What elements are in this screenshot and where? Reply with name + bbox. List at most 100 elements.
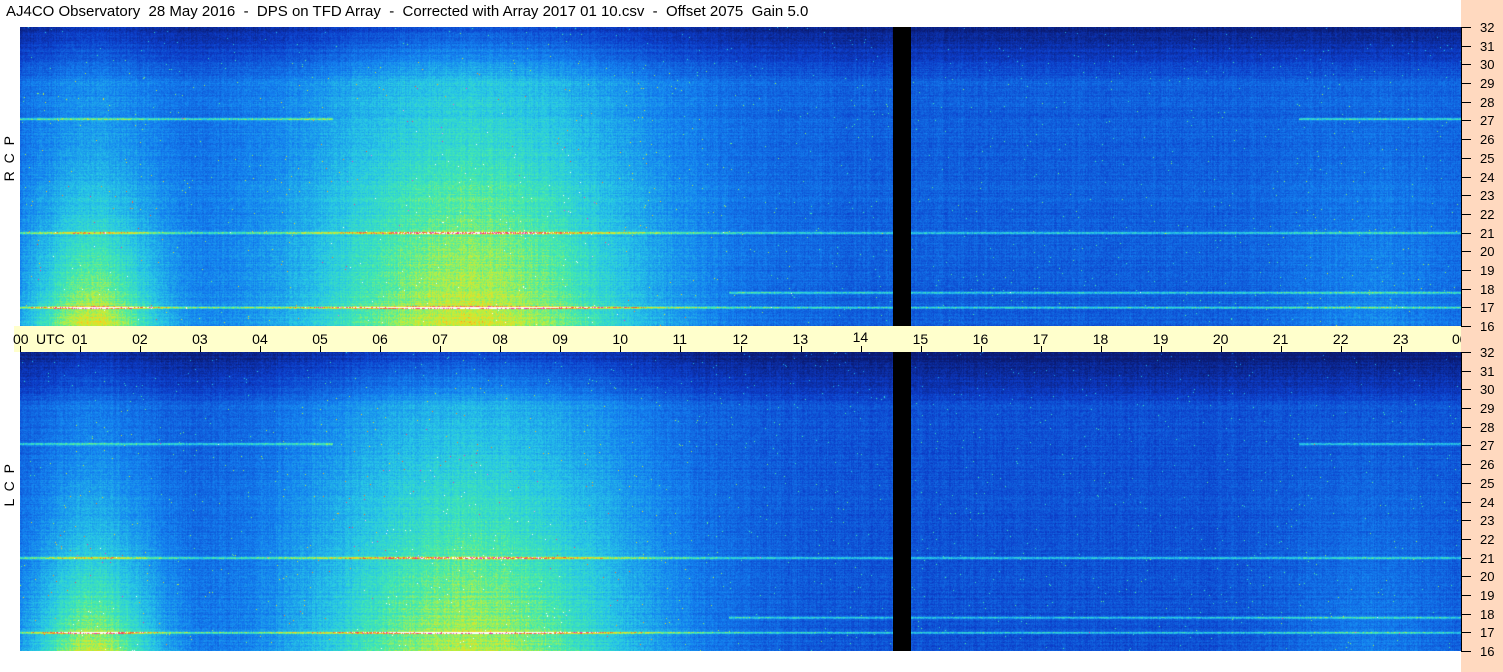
time-tick-label: 21	[1272, 331, 1289, 347]
frequency-tick-mark	[1461, 64, 1471, 66]
time-tick-label: 20	[1212, 331, 1229, 347]
frequency-tick-mark	[1461, 195, 1471, 197]
frequency-tick-label: 30	[1480, 382, 1495, 398]
frequency-tick-mark	[1461, 213, 1471, 215]
frequency-tick-mark	[1461, 613, 1471, 615]
frequency-tick-label: 26	[1480, 132, 1495, 148]
time-tick-label: 13	[792, 331, 809, 347]
time-tick-label: 03	[192, 331, 208, 347]
time-tick-label: 11	[672, 331, 687, 347]
data-gap	[893, 352, 911, 651]
frequency-tick-mark	[1461, 464, 1471, 466]
time-tick-label: 09	[552, 331, 568, 347]
frequency-tick-label: 31	[1480, 38, 1495, 54]
polarization-label-rcp: R C P	[1, 134, 17, 182]
frequency-tick-mark	[1461, 251, 1471, 253]
time-tick-label: 23	[1392, 331, 1409, 347]
frequency-tick-label: 17	[1480, 300, 1495, 316]
frequency-tick-mark	[1461, 482, 1471, 484]
frequency-tick-label: 23	[1480, 188, 1495, 204]
time-tick-label: 07	[432, 331, 448, 347]
frequency-tick-label: 16	[1480, 319, 1495, 334]
frequency-tick-mark	[1461, 632, 1471, 634]
frequency-tick-label: 22	[1480, 206, 1495, 222]
frequency-tick-mark	[1461, 501, 1471, 503]
time-tick-label: 22	[1332, 331, 1349, 347]
frequency-tick-label: 22	[1480, 531, 1495, 547]
frequency-tick-mark	[1461, 269, 1471, 271]
time-tick-label: 19	[1152, 331, 1169, 347]
frequency-tick-mark	[1461, 557, 1471, 559]
frequency-tick-label: 20	[1480, 244, 1495, 260]
time-tick-label: 14	[852, 329, 869, 345]
time-tick-label: 02	[132, 331, 148, 347]
frequency-tick-label: 32	[1480, 345, 1495, 360]
frequency-tick-label: 32	[1480, 20, 1495, 35]
frequency-tick-mark	[1461, 370, 1471, 372]
frequency-tick-label: 21	[1480, 550, 1495, 566]
frequency-tick-mark	[1461, 101, 1471, 103]
frequency-tick-label: 31	[1480, 363, 1495, 379]
time-tick-label: 12	[732, 331, 749, 347]
frequency-tick-label: 27	[1480, 438, 1495, 454]
frequency-tick-label: 28	[1480, 419, 1495, 435]
frequency-tick-mark	[1461, 520, 1471, 522]
time-tick-label: 01	[72, 331, 88, 347]
time-tick-label: 15	[912, 331, 929, 347]
time-tick-label: 06	[372, 331, 388, 347]
spectrogram-lcp-canvas	[20, 352, 1461, 651]
frequency-tick-label: 18	[1480, 606, 1495, 622]
frequency-tick-label: 29	[1480, 76, 1495, 92]
frequency-tick-label: 19	[1480, 587, 1495, 603]
frequency-tick-label: 29	[1480, 401, 1495, 417]
frequency-tick-mark	[1461, 307, 1471, 309]
frequency-tick-mark	[1461, 538, 1471, 540]
frequency-tick-label: 17	[1480, 625, 1495, 641]
frequency-tick-label: 24	[1480, 494, 1495, 510]
frequency-tick-label: 16	[1480, 644, 1495, 659]
frequency-tick-mark	[1461, 576, 1471, 578]
chart-title: AJ4CO Observatory 28 May 2016 - DPS on T…	[6, 3, 809, 20]
frequency-tick-mark	[1461, 445, 1471, 447]
frequency-tick-mark	[1461, 651, 1471, 652]
frequency-tick-mark	[1461, 389, 1471, 391]
time-tick-label: 05	[312, 331, 328, 347]
frequency-tick-label: 25	[1480, 150, 1495, 166]
time-tick-label: 17	[1032, 331, 1049, 347]
spectrogram-rcp-canvas	[20, 27, 1461, 326]
frequency-tick-label: 19	[1480, 262, 1495, 278]
time-tick-label: 00	[13, 331, 29, 347]
frequency-tick-label: 24	[1480, 169, 1495, 185]
frequency-tick-mark	[1461, 157, 1471, 159]
frequency-tick-label: 20	[1480, 569, 1495, 585]
time-tick-label: 18	[1092, 331, 1109, 347]
time-tick-label: 08	[492, 331, 508, 347]
frequency-tick-mark	[1461, 326, 1471, 327]
frequency-tick-mark	[1461, 120, 1471, 122]
frequency-tick-mark	[1461, 426, 1471, 428]
frequency-tick-mark	[1461, 352, 1471, 353]
frequency-tick-mark	[1461, 83, 1471, 85]
frequency-tick-mark	[1461, 45, 1471, 47]
frequency-tick-label: 23	[1480, 513, 1495, 529]
polarization-label-lcp: L C P	[1, 462, 17, 507]
frequency-tick-mark	[1461, 288, 1471, 290]
time-tick-label: 10	[612, 331, 628, 347]
spectrogram-lcp	[20, 352, 1461, 651]
utc-label: UTC	[36, 331, 65, 347]
frequency-tick-mark	[1461, 594, 1471, 596]
time-tick-label: 16	[972, 331, 989, 347]
frequency-tick-label: 28	[1480, 94, 1495, 110]
frequency-tick-label: 26	[1480, 457, 1495, 473]
frequency-tick-mark	[1461, 139, 1471, 141]
frequency-tick-label: 27	[1480, 113, 1495, 129]
frequency-tick-label: 21	[1480, 225, 1495, 241]
frequency-tick-label: 30	[1480, 57, 1495, 73]
time-tick-label: 04	[252, 331, 268, 347]
frequency-tick-label: 25	[1480, 475, 1495, 491]
frequency-tick-mark	[1461, 176, 1471, 178]
spectrogram-rcp	[20, 27, 1461, 326]
frequency-tick-mark	[1461, 27, 1471, 28]
frequency-tick-mark	[1461, 408, 1471, 410]
frequency-tick-label: 18	[1480, 281, 1495, 297]
